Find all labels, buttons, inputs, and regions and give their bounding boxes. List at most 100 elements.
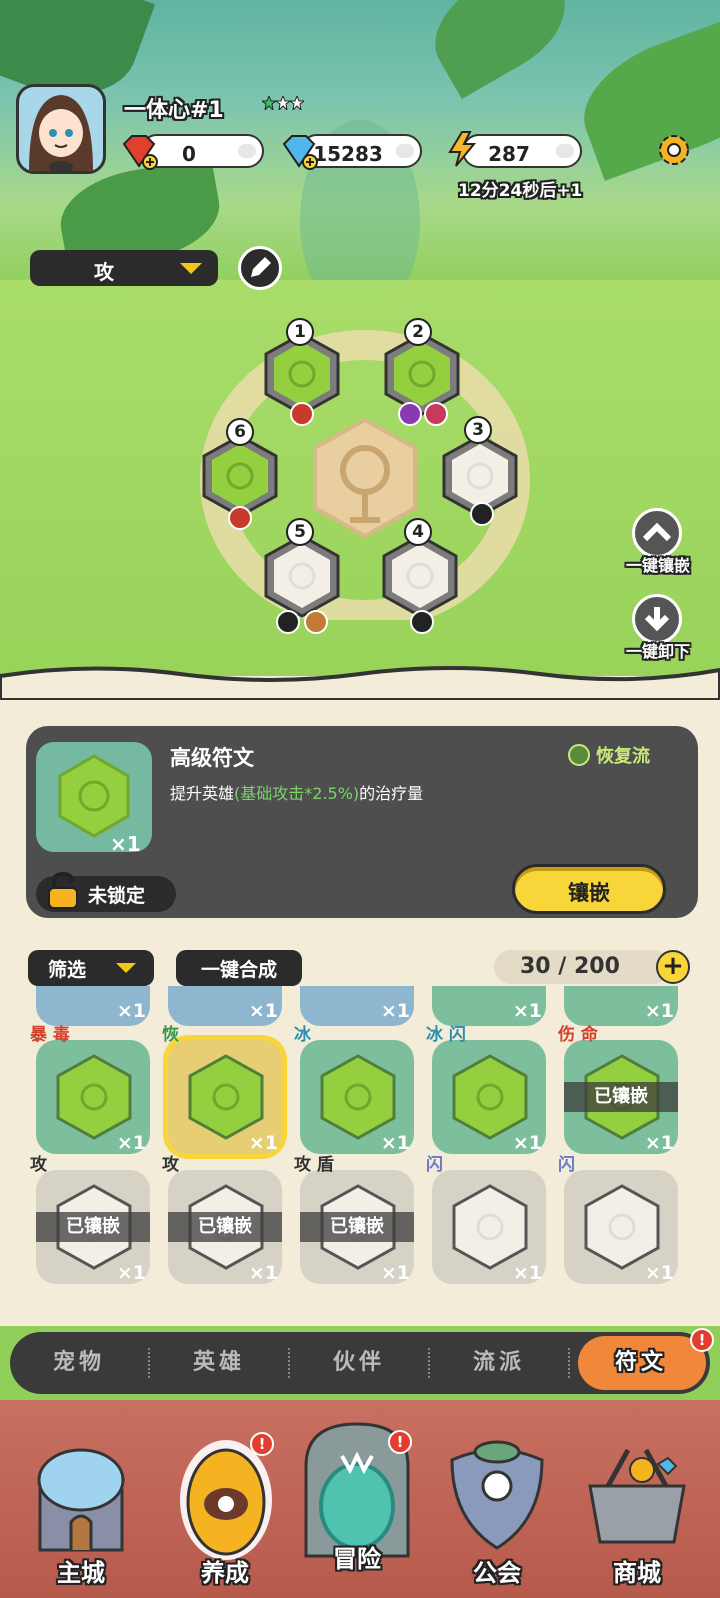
diamond-add-icon[interactable] bbox=[280, 132, 318, 170]
rune-count: ×1 bbox=[116, 1000, 146, 1022]
attack-tag-icon bbox=[228, 506, 252, 530]
lock-status-label: 未锁定 bbox=[88, 885, 146, 907]
tab-separator bbox=[568, 1348, 570, 1378]
rune-slot-4[interactable] bbox=[380, 534, 460, 618]
wave-divider bbox=[0, 666, 720, 700]
desc-highlight: (基础攻击*2.5%) bbox=[234, 784, 360, 803]
tab-partners[interactable]: 伙伴 bbox=[304, 1344, 414, 1376]
rune-hex-icon bbox=[584, 1184, 660, 1270]
castle-icon bbox=[37, 1448, 125, 1552]
tab-heroes[interactable]: 英雄 bbox=[164, 1344, 274, 1376]
rune-count: ×1 bbox=[248, 1132, 278, 1154]
edit-button[interactable] bbox=[238, 246, 282, 290]
rune-cell[interactable]: 冰 ×1 bbox=[294, 1025, 414, 1154]
heal-school-icon bbox=[568, 744, 590, 766]
tab-pets[interactable]: 宠物 bbox=[24, 1344, 134, 1376]
rune-count: ×1 bbox=[248, 1262, 278, 1284]
equipped-band: 已镶嵌 bbox=[564, 1082, 678, 1112]
rune-tag: 闪 bbox=[426, 1155, 443, 1175]
equipped-band: 已镶嵌 bbox=[168, 1212, 282, 1242]
equip-all-button[interactable]: 一键镶嵌 bbox=[622, 508, 692, 578]
tab-schools[interactable]: 流派 bbox=[444, 1344, 554, 1376]
heart-tag-icon bbox=[424, 402, 448, 426]
nav-guild[interactable]: 公会 bbox=[432, 1430, 562, 1590]
rune-slot-5[interactable] bbox=[262, 534, 342, 618]
filter-label: 筛选 bbox=[48, 959, 87, 981]
red-gem-add-icon[interactable] bbox=[120, 132, 158, 170]
rune-cell[interactable]: 闪 ×1 bbox=[426, 1155, 546, 1284]
rune-tag: 暴 毒 bbox=[30, 1025, 70, 1045]
rune-cell[interactable]: 伤 命已镶嵌 ×1 bbox=[558, 1025, 678, 1154]
alert-badge: ! bbox=[690, 1328, 714, 1352]
rune-cell[interactable]: ×1 bbox=[300, 986, 414, 1026]
alert-badge: ! bbox=[388, 1430, 412, 1454]
rune-cell[interactable]: ×1 bbox=[168, 986, 282, 1026]
attack-tag-icon bbox=[290, 402, 314, 426]
rune-tag: 恢 bbox=[162, 1025, 179, 1045]
nav-main-city[interactable]: 主城 bbox=[16, 1430, 146, 1590]
rune-count: ×1 bbox=[512, 1262, 542, 1284]
player-avatar[interactable] bbox=[16, 84, 106, 174]
rune-cell[interactable]: 攻 盾已镶嵌 ×1 bbox=[294, 1155, 414, 1284]
gem-counter[interactable]: 0 bbox=[140, 134, 264, 168]
rune-cell[interactable]: 攻已镶嵌 ×1 bbox=[30, 1155, 150, 1284]
rune-hex-icon bbox=[188, 1054, 264, 1140]
expand-capacity-button[interactable]: + bbox=[656, 950, 690, 984]
equipped-band: 已镶嵌 bbox=[36, 1212, 150, 1242]
desc-suffix: 的治疗量 bbox=[359, 784, 424, 803]
rune-tag: 攻 bbox=[162, 1155, 179, 1175]
unequip-all-button[interactable]: 一键卸下 bbox=[622, 594, 692, 664]
dodge-tag-icon bbox=[276, 610, 300, 634]
rune-cell[interactable]: 攻已镶嵌 ×1 bbox=[162, 1155, 282, 1284]
rune-count: ×1 bbox=[116, 1132, 146, 1154]
rune-cell[interactable]: 冰 闪 ×1 bbox=[426, 1025, 546, 1154]
rune-cell[interactable]: 闪 ×1 bbox=[558, 1155, 678, 1284]
rune-tag: 闪 bbox=[558, 1155, 575, 1175]
rune-cell[interactable]: 暴 毒 ×1 bbox=[30, 1025, 150, 1154]
unequip-all-label: 一键卸下 bbox=[625, 642, 690, 661]
pencil-icon bbox=[251, 257, 271, 277]
poison-tag-icon bbox=[398, 402, 422, 426]
nav-label: 公会 bbox=[473, 1559, 521, 1587]
rune-count: ×1 bbox=[644, 1262, 674, 1284]
tab-separator bbox=[428, 1348, 430, 1378]
download-icon bbox=[644, 607, 670, 632]
nav-label: 养成 bbox=[201, 1559, 249, 1587]
basket-icon bbox=[588, 1448, 686, 1544]
slot-number: 5 bbox=[286, 518, 314, 546]
rune-tag: 攻 盾 bbox=[294, 1155, 334, 1175]
rune-count: ×1 bbox=[248, 1000, 278, 1022]
star-icon bbox=[290, 96, 304, 110]
embed-label: 镶嵌 bbox=[568, 881, 610, 905]
nav-cultivation[interactable]: 养成 bbox=[160, 1430, 290, 1590]
equipped-band: 已镶嵌 bbox=[300, 1212, 414, 1242]
slot-number: 4 bbox=[404, 518, 432, 546]
loadout-select[interactable]: 攻 bbox=[30, 250, 218, 286]
diamond-counter[interactable]: 15283 bbox=[300, 134, 422, 168]
lightning-icon bbox=[448, 131, 477, 167]
gear-icon[interactable] bbox=[654, 130, 694, 170]
slot-number: 3 bbox=[464, 416, 492, 444]
tab-separator bbox=[288, 1348, 290, 1378]
rune-count: ×1 bbox=[644, 1000, 674, 1022]
rune-count: ×1 bbox=[380, 1262, 410, 1284]
nav-shop[interactable]: 商城 bbox=[572, 1430, 702, 1590]
unlock-icon[interactable] bbox=[46, 872, 80, 910]
equip-all-label: 一键镶嵌 bbox=[625, 556, 690, 575]
rune-detail-description: 提升英雄(基础攻击*2.5%)的治疗量 bbox=[170, 780, 423, 804]
filter-button[interactable]: 筛选 bbox=[28, 950, 154, 986]
school-label: 恢复流 bbox=[596, 746, 650, 767]
rune-hex-icon bbox=[452, 1054, 528, 1140]
merge-all-label: 一键合成 bbox=[200, 959, 277, 981]
tab-runes[interactable]: 符文 bbox=[586, 1344, 696, 1376]
rune-cell[interactable]: 恢 ×1 bbox=[162, 1025, 282, 1154]
rune-detail-count: ×1 bbox=[110, 832, 141, 856]
alert-badge: ! bbox=[250, 1432, 274, 1456]
star-icon bbox=[262, 96, 276, 110]
rune-detail-title: 高级符文 bbox=[170, 746, 254, 770]
rune-hex-icon bbox=[56, 1054, 132, 1140]
embed-button[interactable]: 镶嵌 bbox=[512, 864, 666, 914]
capacity-label: 30 / 200 bbox=[520, 954, 620, 979]
rune-count: ×1 bbox=[512, 1132, 542, 1154]
merge-all-button[interactable]: 一键合成 bbox=[176, 950, 302, 986]
